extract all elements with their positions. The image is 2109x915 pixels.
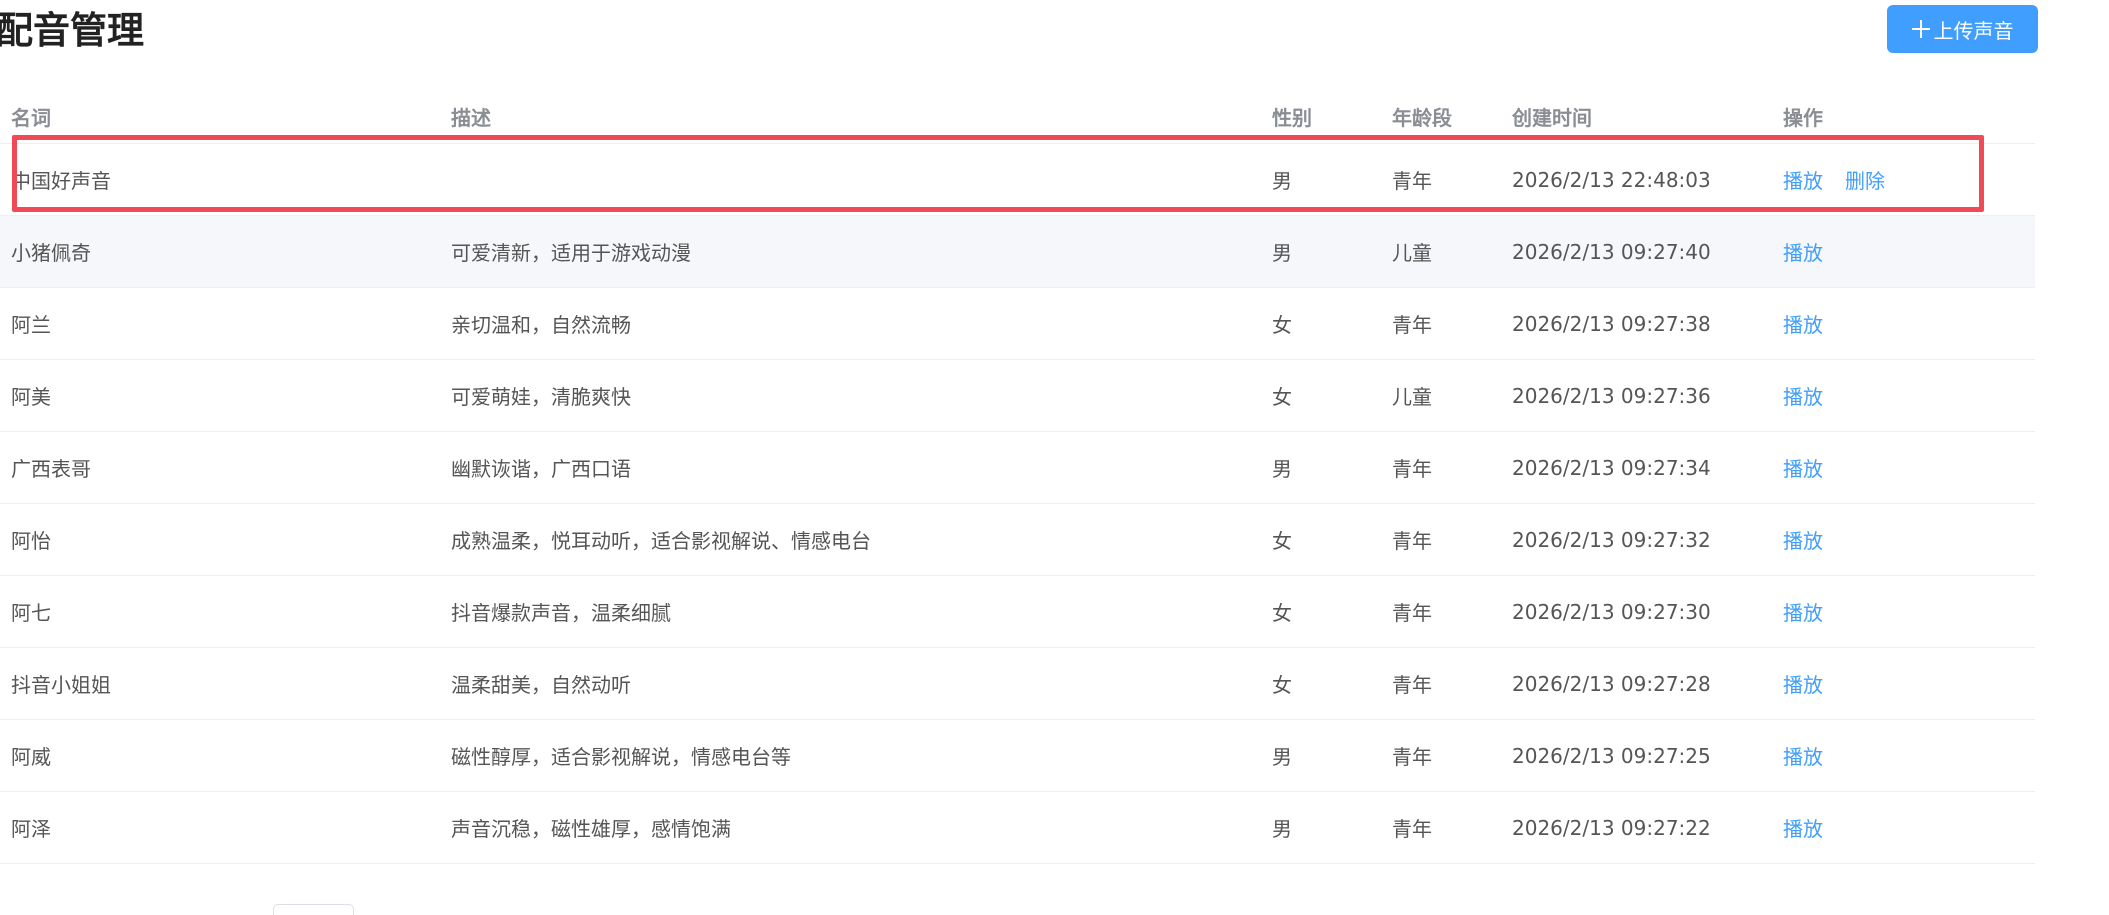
cell-gender: 男 xyxy=(1272,457,1292,481)
delete-link[interactable]: 删除 xyxy=(1845,165,1885,194)
cell-name: 广西表哥 xyxy=(11,457,91,481)
plus-icon xyxy=(1911,20,1930,38)
page-size-select[interactable] xyxy=(273,904,354,915)
column-header-created-time[interactable]: 创建时间 xyxy=(1512,90,1592,143)
cell-actions: 播放 删除 xyxy=(1783,144,1885,215)
cell-created-time: 2026/2/13 09:27:30 xyxy=(1512,599,1711,624)
cell-created-time: 2026/2/13 09:27:22 xyxy=(1512,815,1711,840)
cell-age: 青年 xyxy=(1392,673,1432,697)
play-link[interactable]: 播放 xyxy=(1783,525,1823,554)
cell-name: 阿七 xyxy=(11,601,51,625)
cell-name: 阿威 xyxy=(11,745,51,769)
cell-gender: 女 xyxy=(1272,529,1292,553)
cell-age: 儿童 xyxy=(1392,385,1432,409)
voice-management-page: 配音管理 上传声音 名词 描述 性别 年龄段 创建时间 操作 中国好声音男青年 2… xyxy=(0,0,2109,915)
cell-actions: 播放 xyxy=(1783,432,1823,503)
table-body: 中国好声音男青年 2026/2/13 22:48:03 播放 删除 小猪佩奇 可爱清新，适… xyxy=(0,144,2035,864)
cell-age: 青年 xyxy=(1392,601,1432,625)
cell-actions: 播放 xyxy=(1783,360,1823,431)
table-row[interactable]: 阿美 可爱萌娃，清脆爽快 女 儿童 2026/2/13 09:27:36 播放 xyxy=(0,360,2035,432)
play-link[interactable]: 播放 xyxy=(1783,237,1823,266)
cell-name: 小猪佩奇 xyxy=(11,241,91,265)
cell-age: 青年 xyxy=(1392,457,1432,481)
cell-description: 抖音爆款声音，温柔细腻 xyxy=(451,601,671,625)
voice-table: 名词 描述 性别 年龄段 创建时间 操作 中国好声音男青年 2026/2/13 2… xyxy=(0,90,2035,864)
cell-created-time: 2026/2/13 09:27:40 xyxy=(1512,239,1711,264)
cell-name: 阿美 xyxy=(11,385,51,409)
play-link[interactable]: 播放 xyxy=(1783,309,1823,338)
cell-actions: 播放 xyxy=(1783,720,1823,791)
cell-created-time: 2026/2/13 09:27:28 xyxy=(1512,671,1711,696)
table-row[interactable]: 阿兰 亲切温和，自然流畅 女 青年 2026/2/13 09:27:38 播放 xyxy=(0,288,2035,360)
cell-gender: 男 xyxy=(1272,817,1292,841)
cell-created-time: 2026/2/13 09:27:38 xyxy=(1512,311,1711,336)
cell-gender: 女 xyxy=(1272,601,1292,625)
cell-description: 可爱清新，适用于游戏动漫 xyxy=(451,241,691,265)
cell-age: 青年 xyxy=(1392,169,1432,193)
cell-gender: 男 xyxy=(1272,241,1292,265)
table-row[interactable]: 广西表哥 幽默诙谐，广西口语 男 青年 2026/2/13 09:27:34 播放 xyxy=(0,432,2035,504)
cell-description: 温柔甜美，自然动听 xyxy=(451,673,631,697)
cell-gender: 女 xyxy=(1272,385,1292,409)
column-header-gender[interactable]: 性别 xyxy=(1272,90,1312,143)
table-header-row: 名词 描述 性别 年龄段 创建时间 操作 xyxy=(0,90,2035,144)
column-header-description[interactable]: 描述 xyxy=(451,90,491,143)
play-link[interactable]: 播放 xyxy=(1783,381,1823,410)
cell-created-time: 2026/2/13 09:27:32 xyxy=(1512,527,1711,552)
cell-actions: 播放 xyxy=(1783,792,1823,863)
cell-description: 幽默诙谐，广西口语 xyxy=(451,457,631,481)
cell-actions: 播放 xyxy=(1783,576,1823,647)
table-row[interactable]: 阿威 磁性醇厚，适合影视解说，情感电台等 男 青年 2026/2/13 09:27:25… xyxy=(0,720,2035,792)
upload-voice-label: 上传声音 xyxy=(1933,18,2014,43)
cell-name: 抖音小姐姐 xyxy=(11,673,111,697)
cell-description: 磁性醇厚，适合影视解说，情感电台等 xyxy=(451,745,791,769)
cell-description: 成熟温柔，悦耳动听，适合影视解说、情感电台 xyxy=(451,529,871,553)
table-row[interactable]: 阿怡 成熟温柔，悦耳动听，适合影视解说、情感电台 女 青年 2026/2/13 09:2… xyxy=(0,504,2035,576)
cell-name: 阿怡 xyxy=(11,529,51,553)
cell-description: 可爱萌娃，清脆爽快 xyxy=(451,385,631,409)
cell-gender: 女 xyxy=(1272,313,1292,337)
cell-gender: 男 xyxy=(1272,745,1292,769)
play-link[interactable]: 播放 xyxy=(1783,813,1823,842)
play-link[interactable]: 播放 xyxy=(1783,669,1823,698)
cell-created-time: 2026/2/13 09:27:36 xyxy=(1512,383,1711,408)
table-row[interactable]: 阿七 抖音爆款声音，温柔细腻 女 青年 2026/2/13 09:27:30 播放 xyxy=(0,576,2035,648)
cell-age: 青年 xyxy=(1392,529,1432,553)
table-row[interactable]: 抖音小姐姐 温柔甜美，自然动听 女 青年 2026/2/13 09:27:28 播放 xyxy=(0,648,2035,720)
cell-age: 儿童 xyxy=(1392,241,1432,265)
play-link[interactable]: 播放 xyxy=(1783,165,1823,194)
play-link[interactable]: 播放 xyxy=(1783,597,1823,626)
upload-voice-button[interactable]: 上传声音 xyxy=(1887,5,2038,53)
cell-actions: 播放 xyxy=(1783,288,1823,359)
cell-actions: 播放 xyxy=(1783,648,1823,719)
table-row[interactable]: 小猪佩奇 可爱清新，适用于游戏动漫 男 儿童 2026/2/13 09:27:40 播放 xyxy=(0,216,2035,288)
cell-age: 青年 xyxy=(1392,313,1432,337)
cell-created-time: 2026/2/13 22:48:03 xyxy=(1512,167,1711,192)
cell-description: 声音沉稳，磁性雄厚，感情饱满 xyxy=(451,817,731,841)
table-row[interactable]: 阿泽 声音沉稳，磁性雄厚，感情饱满 男 青年 2026/2/13 09:27:22 播放 xyxy=(0,792,2035,864)
table-row[interactable]: 中国好声音 男 青年 2026/2/13 22:48:03 播放 删除 xyxy=(0,144,2035,216)
play-link[interactable]: 播放 xyxy=(1783,741,1823,770)
cell-created-time: 2026/2/13 09:27:25 xyxy=(1512,743,1711,768)
cell-gender: 女 xyxy=(1272,673,1292,697)
column-header-age[interactable]: 年龄段 xyxy=(1392,90,1452,143)
cell-age: 青年 xyxy=(1392,817,1432,841)
cell-name: 阿泽 xyxy=(11,817,51,841)
column-header-actions: 操作 xyxy=(1783,106,1823,130)
page-title: 配音管理 xyxy=(0,9,144,52)
cell-created-time: 2026/2/13 09:27:34 xyxy=(1512,455,1711,480)
cell-age: 青年 xyxy=(1392,745,1432,769)
cell-actions: 播放 xyxy=(1783,216,1823,287)
cell-name: 中国好声音 xyxy=(11,169,111,193)
cell-actions: 播放 xyxy=(1783,504,1823,575)
cell-description: 亲切温和，自然流畅 xyxy=(451,313,631,337)
play-link[interactable]: 播放 xyxy=(1783,453,1823,482)
cell-name: 阿兰 xyxy=(11,313,51,337)
cell-gender: 男 xyxy=(1272,169,1292,193)
column-header-name[interactable]: 名词 xyxy=(11,90,51,143)
